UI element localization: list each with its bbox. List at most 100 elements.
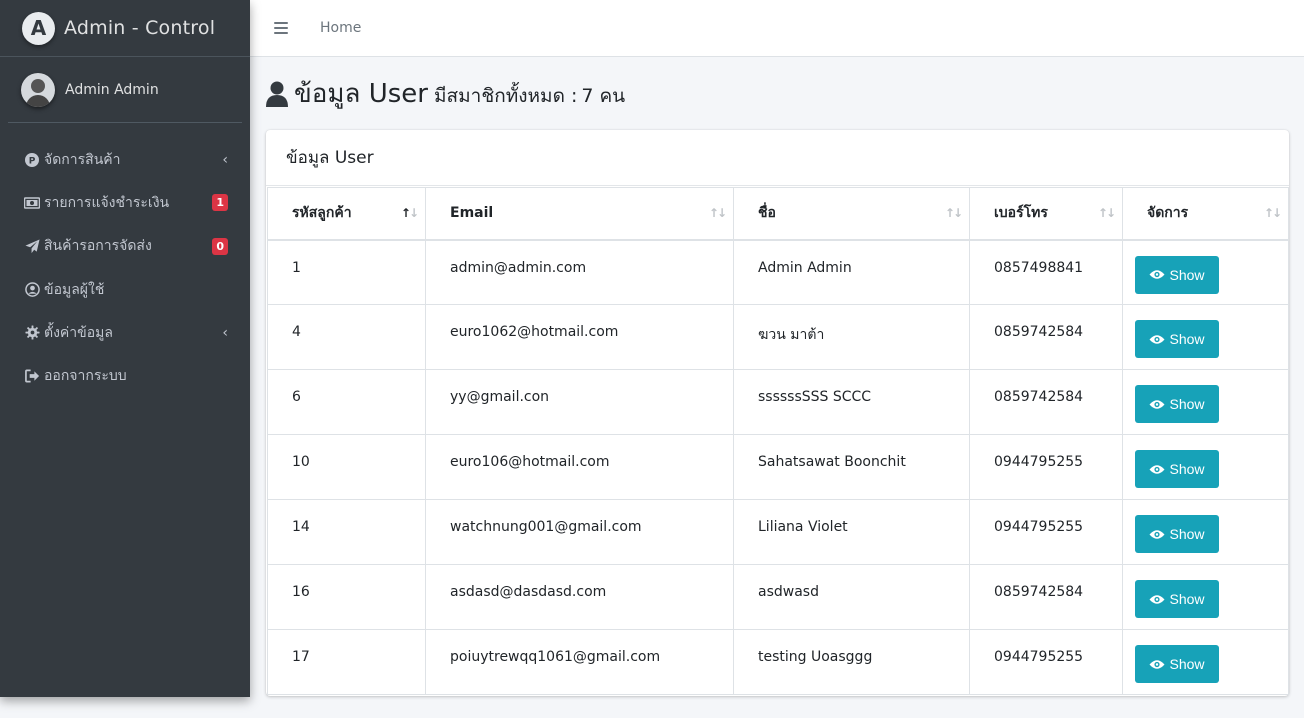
sort-icon: ↑↓ <box>1263 206 1282 221</box>
cell-id: 16 <box>267 564 426 630</box>
table-row: 1 admin@admin.com Admin Admin 0857498841… <box>267 239 1289 305</box>
cell-id: 14 <box>267 499 426 565</box>
table-row: 4 euro1062@hotmail.com ฆวน มาต้า 0859742… <box>267 304 1289 370</box>
show-button-label: Show <box>1169 331 1205 347</box>
sign-out-icon <box>24 368 40 384</box>
chevron-left-icon: ‹ <box>222 324 228 341</box>
show-button-label: Show <box>1169 656 1205 672</box>
eye-icon <box>1149 270 1165 279</box>
user-panel[interactable]: Admin Admin <box>8 57 242 123</box>
page-title: ข้อมูล User มีสมาชิกทั้งหมด : 7 คน <box>266 73 625 114</box>
cell-id: 10 <box>267 434 426 500</box>
sidebar-item-settings[interactable]: ตั้งค่าข้อมูล ‹ <box>8 311 242 354</box>
cell-name: ฆวน มาต้า <box>733 304 970 370</box>
show-button[interactable]: Show <box>1135 580 1219 618</box>
show-button[interactable]: Show <box>1135 450 1219 488</box>
cell-action: Show <box>1122 239 1289 305</box>
sort-icon: ↑↓ <box>708 206 727 221</box>
user-card: ข้อมูล User รหัสลูกค้า ↑↓ Email ↑↓ ชื่อ ↑↓ … <box>266 130 1289 696</box>
cell-action: Show <box>1122 304 1289 370</box>
sidebar-item-label: ออกจากระบบ <box>44 368 127 385</box>
column-header-label: ชื่อ <box>758 205 776 222</box>
chevron-left-icon: ‹ <box>222 151 228 168</box>
table-row: 6 yy@gmail.con ssssssSSS SCCC 0859742584… <box>267 369 1289 435</box>
sidebar: A Admin - Control Admin Admin P จัดการสิ… <box>0 0 250 697</box>
table-row: 16 asdasd@dasdasd.com asdwasd 0859742584… <box>267 564 1289 630</box>
cell-phone: 0944795255 <box>969 629 1123 695</box>
cell-email: yy@gmail.con <box>425 369 734 435</box>
gear-icon <box>24 325 40 341</box>
card-title: ข้อมูล User <box>286 148 374 168</box>
cell-name: Admin Admin <box>733 239 970 305</box>
show-button[interactable]: Show <box>1135 385 1219 423</box>
cell-email: euro1062@hotmail.com <box>425 304 734 370</box>
cell-id: 4 <box>267 304 426 370</box>
sidebar-item-payments[interactable]: รายการแจ้งชำระเงิน 1 <box>8 181 242 224</box>
eye-icon <box>1149 529 1165 539</box>
cell-action: Show <box>1122 629 1289 695</box>
sort-icon: ↑↓ <box>1097 206 1116 221</box>
show-button-label: Show <box>1169 591 1205 607</box>
sidebar-nav: P จัดการสินค้า ‹ รายการแจ้งชำระเงิน 1 สิ… <box>0 138 250 398</box>
eye-icon <box>1149 594 1165 604</box>
cell-action: Show <box>1122 434 1289 500</box>
column-header-action[interactable]: จัดการ ↑↓ <box>1122 187 1289 241</box>
column-header-id[interactable]: รหัสลูกค้า ↑↓ <box>267 187 426 241</box>
main-content: ข้อมูล User มีสมาชิกทั้งหมด : 7 คน ข้อมู… <box>250 57 1304 718</box>
cell-email: admin@admin.com <box>425 239 734 305</box>
column-header-phone[interactable]: เบอร์โทร ↑↓ <box>969 187 1123 241</box>
sidebar-item-label: ข้อมูลผู้ใช้ <box>44 281 105 298</box>
show-button[interactable]: Show <box>1135 255 1219 294</box>
column-header-label: รหัสลูกค้า <box>292 205 352 222</box>
eye-icon <box>1149 659 1165 669</box>
column-header-email[interactable]: Email ↑↓ <box>425 187 734 241</box>
money-bill-icon <box>24 195 40 211</box>
sort-asc-icon: ↑↓ <box>400 206 419 221</box>
eye-icon <box>1149 464 1165 474</box>
eye-icon <box>1149 399 1165 409</box>
sidebar-item-users[interactable]: ข้อมูลผู้ใช้ <box>8 268 242 311</box>
cell-name: asdwasd <box>733 564 970 630</box>
sort-icon: ↑↓ <box>944 206 963 221</box>
table-row: 17 poiuytrewqq1061@gmail.com testing Uoa… <box>267 629 1289 695</box>
column-header-label: จัดการ <box>1147 205 1189 222</box>
paper-plane-icon <box>24 238 40 254</box>
sidebar-item-label: รายการแจ้งชำระเงิน <box>44 194 170 211</box>
show-button[interactable]: Show <box>1135 320 1219 358</box>
sidebar-item-logout[interactable]: ออกจากระบบ <box>8 354 242 397</box>
cell-name: Sahatsawat Boonchit <box>733 434 970 500</box>
cell-phone: 0859742584 <box>969 564 1123 630</box>
sidebar-item-label: จัดการสินค้า <box>44 151 121 168</box>
show-button[interactable]: Show <box>1135 645 1219 683</box>
notification-badge: 1 <box>212 194 228 212</box>
cell-email: poiuytrewqq1061@gmail.com <box>425 629 734 695</box>
show-button[interactable]: Show <box>1135 515 1219 553</box>
sidebar-item-pending-shipments[interactable]: สินค้ารอการจัดส่ง 0 <box>8 225 242 268</box>
column-header-name[interactable]: ชื่อ ↑↓ <box>733 187 970 241</box>
brand-link[interactable]: A Admin - Control <box>0 0 250 57</box>
cell-action: Show <box>1122 564 1289 630</box>
users-table: รหัสลูกค้า ↑↓ Email ↑↓ ชื่อ ↑↓ เบอร์โทร ↑↓ จ… <box>267 187 1289 695</box>
card-header: ข้อมูล User <box>266 130 1289 186</box>
cell-phone: 0859742584 <box>969 369 1123 435</box>
avatar <box>21 72 55 107</box>
user-icon <box>266 81 288 107</box>
table-wrapper: รหัสลูกค้า ↑↓ Email ↑↓ ชื่อ ↑↓ เบอร์โทร ↑↓ จ… <box>266 186 1289 695</box>
sidebar-item-label: ตั้งค่าข้อมูล <box>44 324 113 341</box>
show-button-label: Show <box>1169 526 1205 542</box>
cell-id: 17 <box>267 629 426 695</box>
cell-action: Show <box>1122 369 1289 435</box>
brand-logo-letter: A <box>30 16 47 40</box>
column-header-label: Email <box>450 205 494 222</box>
page-title-text: ข้อมูล User <box>294 79 428 109</box>
column-header-label: เบอร์โทร <box>994 205 1048 222</box>
cell-phone: 0859742584 <box>969 304 1123 370</box>
cell-name: testing Uoasggg <box>733 629 970 695</box>
cell-name: ssssssSSS SCCC <box>733 369 970 435</box>
member-total-unit: คน <box>599 85 626 107</box>
brand-logo-icon: A <box>22 11 55 45</box>
home-link[interactable]: Home <box>320 20 361 36</box>
sidebar-item-products[interactable]: P จัดการสินค้า ‹ <box>8 138 242 181</box>
member-total-count: 7 <box>581 85 594 107</box>
menu-toggle-icon[interactable] <box>274 22 288 34</box>
